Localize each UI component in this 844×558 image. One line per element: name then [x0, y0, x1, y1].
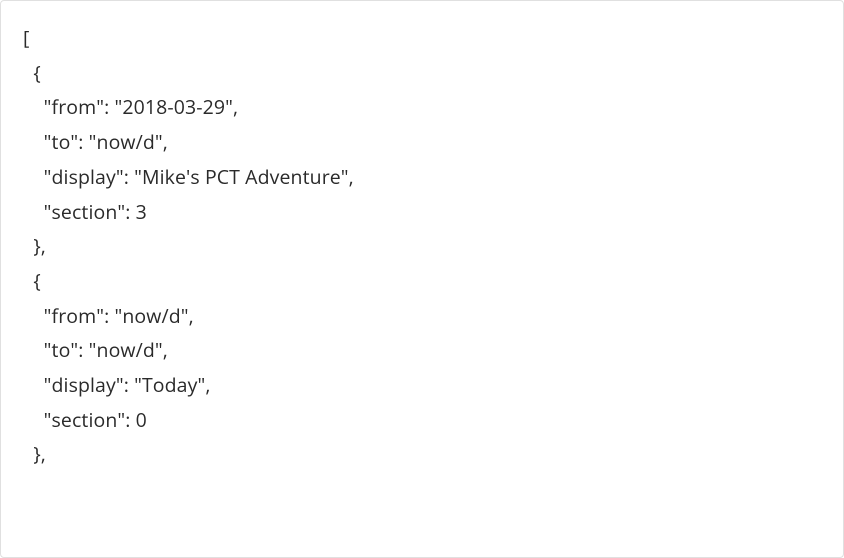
- code-snippet-panel: [ { "from": "2018-03-29", "to": "now/d",…: [0, 0, 844, 558]
- code-snippet-content: [ { "from": "2018-03-29", "to": "now/d",…: [23, 21, 821, 472]
